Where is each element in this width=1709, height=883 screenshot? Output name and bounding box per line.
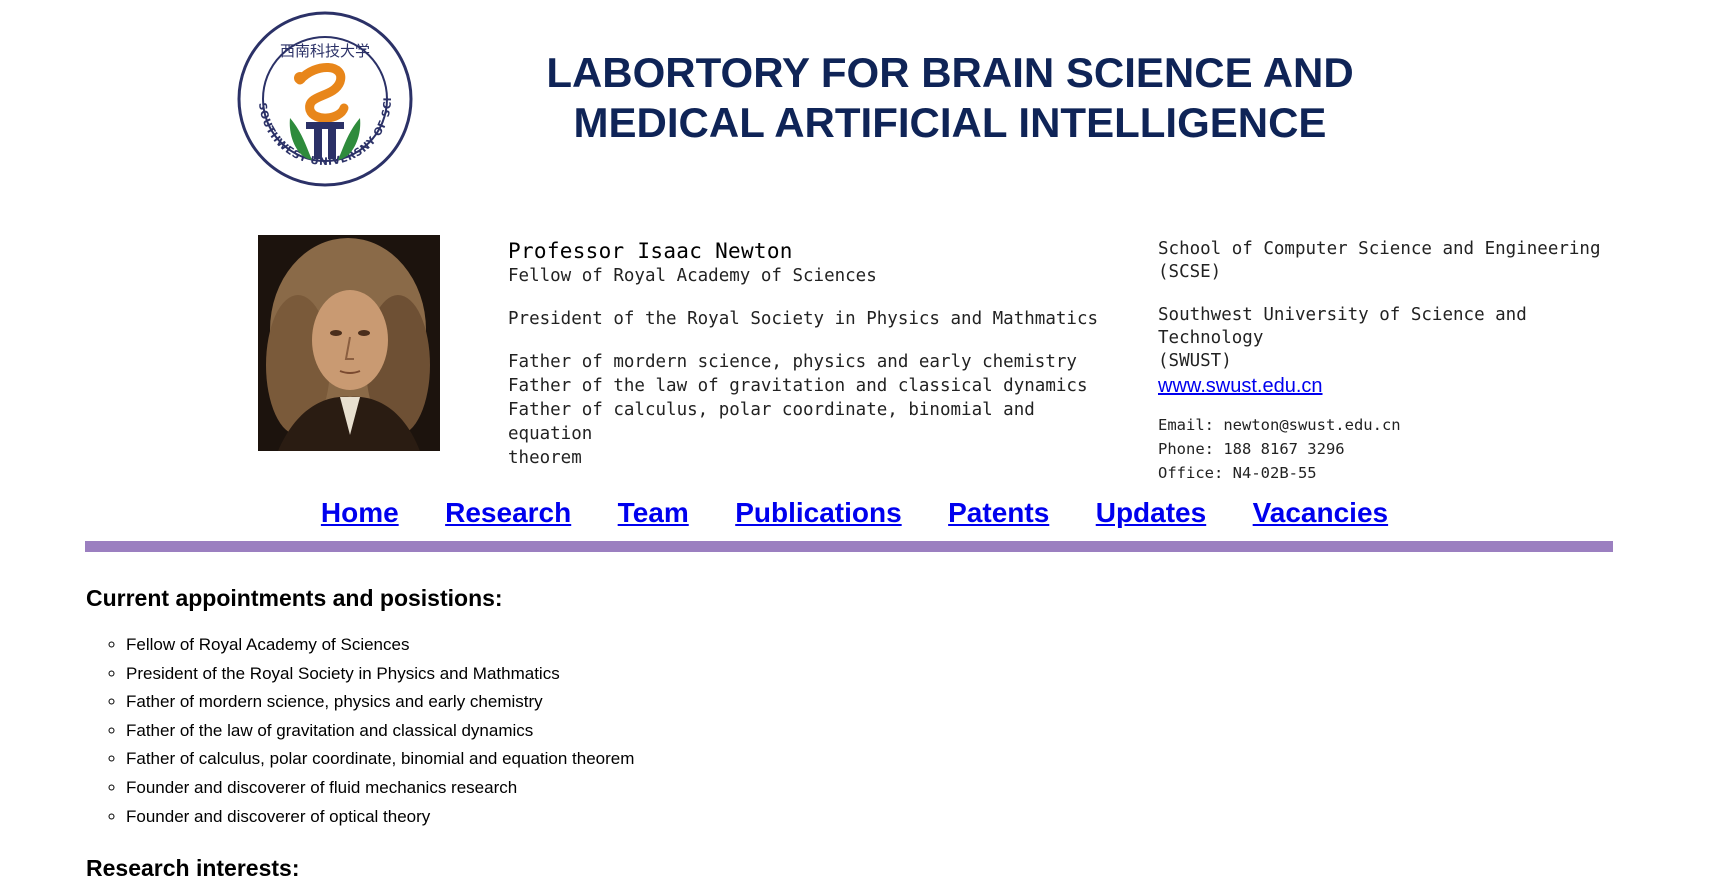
profile-father-line: Father of mordern science, physics and e… bbox=[508, 352, 1077, 372]
nav-home-link[interactable]: Home bbox=[321, 497, 399, 529]
contact-email: Email: newton@swust.edu.cn bbox=[1158, 416, 1401, 434]
nav-updates-link[interactable]: Updates bbox=[1096, 497, 1206, 529]
lab-title: LABORTORY FOR BRAIN SCIENCE AND MEDICAL … bbox=[520, 48, 1380, 148]
logo-chinese-text: 西南科技大学 bbox=[280, 42, 370, 60]
list-item: President of the Royal Society in Physic… bbox=[126, 660, 634, 689]
main-nav: Home Research Team Publications Patents … bbox=[0, 497, 1709, 529]
research-heading: Research interests: bbox=[86, 855, 300, 881]
lab-title-line2: MEDICAL ARTIFICIAL INTELLIGENCE bbox=[573, 99, 1327, 146]
lab-title-line1: LABORTORY FOR BRAIN SCIENCE AND bbox=[546, 49, 1354, 96]
appointments-heading: Current appointments and posistions: bbox=[86, 585, 503, 611]
profile-father-line: Father of calculus, polar coordinate, bi… bbox=[508, 400, 1035, 444]
nav-publications-link[interactable]: Publications bbox=[735, 497, 901, 529]
nav-divider-bar bbox=[85, 541, 1613, 552]
list-item: Father of the law of gravitation and cla… bbox=[126, 717, 634, 746]
university-name: Southwest University of Science and Tech… bbox=[1158, 305, 1527, 348]
nav-team-link[interactable]: Team bbox=[618, 497, 689, 529]
profile-father-line: Father of the law of gravitation and cla… bbox=[508, 376, 1088, 396]
school-name: School of Computer Science and Engineeri… bbox=[1158, 239, 1601, 259]
nav-vacancies-link[interactable]: Vacancies bbox=[1253, 497, 1388, 529]
university-website-link[interactable]: www.swust.edu.cn bbox=[1158, 373, 1628, 399]
list-item: Father of calculus, polar coordinate, bi… bbox=[126, 745, 634, 774]
list-item: Founder and discoverer of optical theory bbox=[126, 803, 634, 832]
school-abbrev: (SCSE) bbox=[1158, 262, 1222, 282]
nav-patents-link[interactable]: Patents bbox=[948, 497, 1049, 529]
university-logo: SOUTHWEST UNIVERSNY OF SCIENCE AND TECHN… bbox=[223, 1, 422, 188]
profile-father-line: theorem bbox=[508, 448, 582, 468]
contact-phone: Phone: 188 8167 3296 bbox=[1158, 440, 1345, 458]
university-abbrev: (SWUST) bbox=[1158, 351, 1232, 371]
professor-name: Professor Isaac Newton bbox=[508, 239, 793, 263]
nav-research-link[interactable]: Research bbox=[445, 497, 571, 529]
list-item: Fellow of Royal Academy of Sciences bbox=[126, 631, 634, 660]
contact-block: School of Computer Science and Engineeri… bbox=[1158, 238, 1628, 485]
professor-portrait bbox=[258, 235, 440, 451]
list-item: Founder and discoverer of fluid mechanic… bbox=[126, 774, 634, 803]
contact-office: Office: N4-02B-55 bbox=[1158, 464, 1317, 482]
profile-president: President of the Royal Society in Physic… bbox=[508, 309, 1099, 329]
appointments-list: Fellow of Royal Academy of Sciences Pres… bbox=[86, 631, 634, 831]
profile-block: Professor Isaac Newton Fellow of Royal A… bbox=[508, 238, 1098, 470]
list-item: Father of mordern science, physics and e… bbox=[126, 688, 634, 717]
profile-fellow: Fellow of Royal Academy of Sciences bbox=[508, 266, 877, 286]
